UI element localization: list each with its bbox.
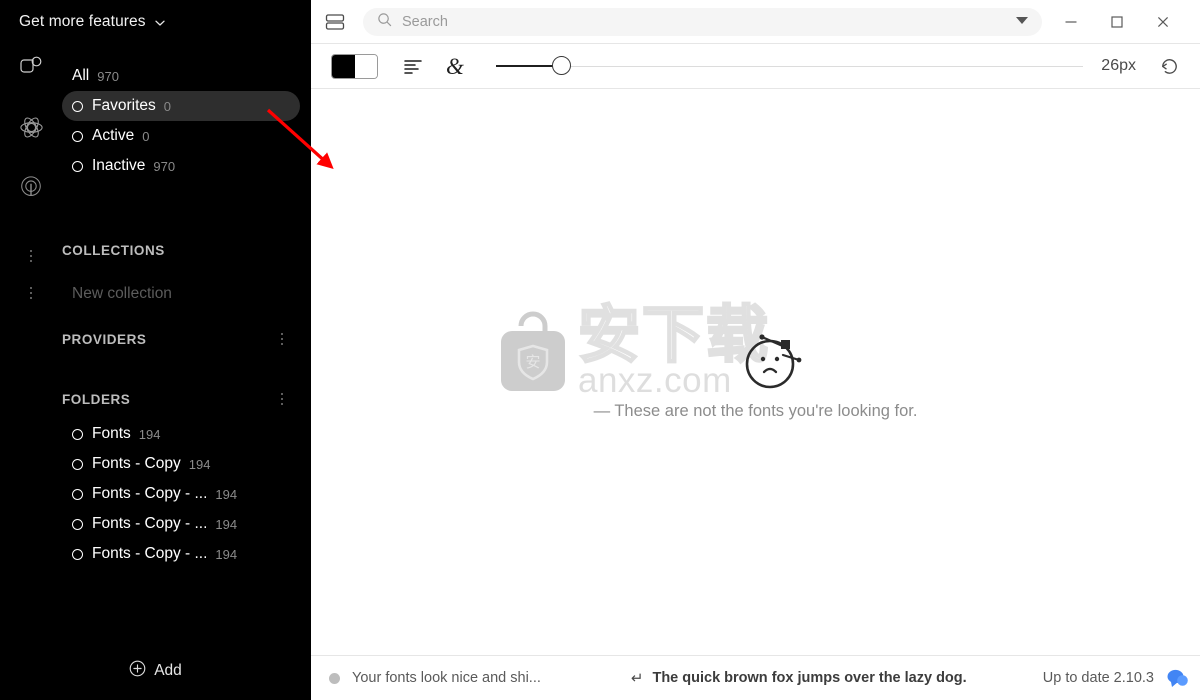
sidebar-item-all-count: 970 [97,68,119,84]
status-badge [329,672,340,684]
list-item[interactable]: Fonts - Copy - ... 194 [62,479,311,509]
version-label: Up to date 2.10.3 [1042,670,1154,686]
sidebar-item-inactive-label: Inactive [92,157,146,174]
sidebar-item-favorites-label: Favorites [92,97,156,114]
folder-name: Fonts - Copy - ... [92,545,208,562]
folder-count: 194 [215,516,238,532]
circle-icon [72,458,83,470]
section-folders: FOLDERS [62,391,311,407]
toolbar: & 26px [311,44,1200,89]
slider-track [496,65,1084,67]
providers-more-icon[interactable] [275,331,289,347]
folder-name: Fonts - Copy [92,455,181,472]
more-vertical-dots[interactable] [24,248,38,264]
list-item[interactable]: Fonts - Copy - ... 194 [62,509,311,539]
nav-list: All 970 Favorites 0 Active 0 Inactive 97… [62,61,311,181]
search-input[interactable] [363,7,1042,36]
main-area: & 26px [311,0,1200,700]
circle-icon [72,548,83,560]
font-bag-icon[interactable] [0,44,62,92]
atom-icon[interactable] [0,98,62,156]
return-arrow-icon: ↵ [630,670,644,687]
minimize-button[interactable] [1048,0,1094,44]
section-providers: PROVIDERS [62,331,311,347]
circle-icon [72,100,83,112]
get-more-features-button[interactable]: Get more features [0,0,311,44]
folder-count: 194 [215,486,238,502]
slider-track-filled [496,65,561,67]
list-item[interactable]: Fonts - Copy - ... 194 [62,539,311,569]
chevron-down-icon [154,17,166,29]
titlebar [311,0,1200,44]
status-message: Your fonts look nice and shi... [352,670,541,686]
sidebar-item-active[interactable]: Active 0 [62,121,300,151]
search-field[interactable] [402,13,934,30]
sidebar-item-favorites[interactable]: Favorites 0 [62,91,300,121]
sidebar-item-all-label: All [72,67,90,84]
swatch-white [354,54,377,78]
circle-icon [72,488,83,500]
caret-down-icon[interactable] [1016,16,1028,24]
font-size-value: 26px [1101,57,1136,74]
statusbar: Your fonts look nice and shi... ↵ The qu… [311,655,1200,700]
sidebar-item-favorites-count: 0 [163,98,171,114]
sidebar-body: All 970 Favorites 0 Active 0 Inactive 97… [0,44,311,642]
folder-count: 194 [215,546,238,562]
add-button-label: Add [154,662,182,679]
split-panel-icon[interactable] [311,0,359,44]
search-icon [377,12,392,32]
sidebar-item-all[interactable]: All 970 [62,61,300,91]
ampersand-glyph: & [446,53,464,79]
circle-icon [72,518,83,530]
sidebar: Get more features All 970 Favorites 0 Ac… [0,0,311,700]
statusbar-right: Up to date 2.10.3 [1043,668,1188,688]
swatch-black [332,54,355,78]
section-collections: COLLECTIONS [62,243,311,258]
slider-thumb[interactable] [551,56,571,75]
sidebar-rail [0,44,62,285]
sidebar-item-active-count: 0 [142,128,150,144]
contrast-swatch-icon[interactable] [331,53,378,79]
circle-icon [72,428,83,440]
section-collections-title: COLLECTIONS [62,243,165,258]
text-align-left-icon[interactable] [394,51,432,81]
get-more-features-label: Get more features [19,13,146,30]
empty-state: — These are not the fonts you're looking… [311,329,1200,421]
size-slider[interactable] [496,51,1084,81]
reset-rotate-icon[interactable] [1154,51,1184,81]
list-item[interactable]: Fonts 194 [62,419,311,449]
broadcast-icon[interactable] [0,159,62,217]
collection-more-icon[interactable] [24,285,38,301]
folder-count: 194 [138,426,161,442]
font-preview-canvas: 安 安下载 anxz.com — These are not the fonts… [311,89,1200,655]
sidebar-item-inactive[interactable]: Inactive 970 [62,151,300,181]
sidebar-item-active-label: Active [92,127,135,144]
circle-icon [72,160,83,172]
folder-name: Fonts - Copy - ... [92,485,208,502]
chat-bubble-icon[interactable] [1166,668,1188,688]
list-item[interactable]: Fonts - Copy 194 [62,449,311,479]
folder-name: Fonts [92,425,131,442]
section-folders-title: FOLDERS [62,391,131,407]
section-providers-title: PROVIDERS [62,331,147,347]
sad-face-icon [741,329,807,396]
more-vertical-icon[interactable] [0,227,62,285]
folder-count: 194 [188,456,211,472]
app-window: Get more features All 970 Favorites 0 Ac… [0,0,1200,700]
add-button[interactable]: Add [0,642,311,700]
empty-state-message: — These are not the fonts you're looking… [593,402,918,420]
ampersand-icon[interactable]: & [436,51,474,81]
preview-sample-text: The quick brown fox jumps over the lazy … [652,670,967,686]
new-collection-placeholder[interactable]: New collection [72,285,172,303]
maximize-button[interactable] [1094,0,1140,44]
sidebar-item-inactive-count: 970 [153,158,176,174]
folder-name: Fonts - Copy - ... [92,515,208,532]
plus-circle-icon [129,660,146,682]
folder-list: Fonts 194 Fonts - Copy 194 Fonts - Copy … [62,419,311,569]
close-button[interactable] [1140,0,1186,44]
circle-icon [72,130,83,142]
folders-more-icon[interactable] [275,391,289,407]
preview-text-input[interactable]: ↵ The quick brown fox jumps over the laz… [631,669,967,687]
